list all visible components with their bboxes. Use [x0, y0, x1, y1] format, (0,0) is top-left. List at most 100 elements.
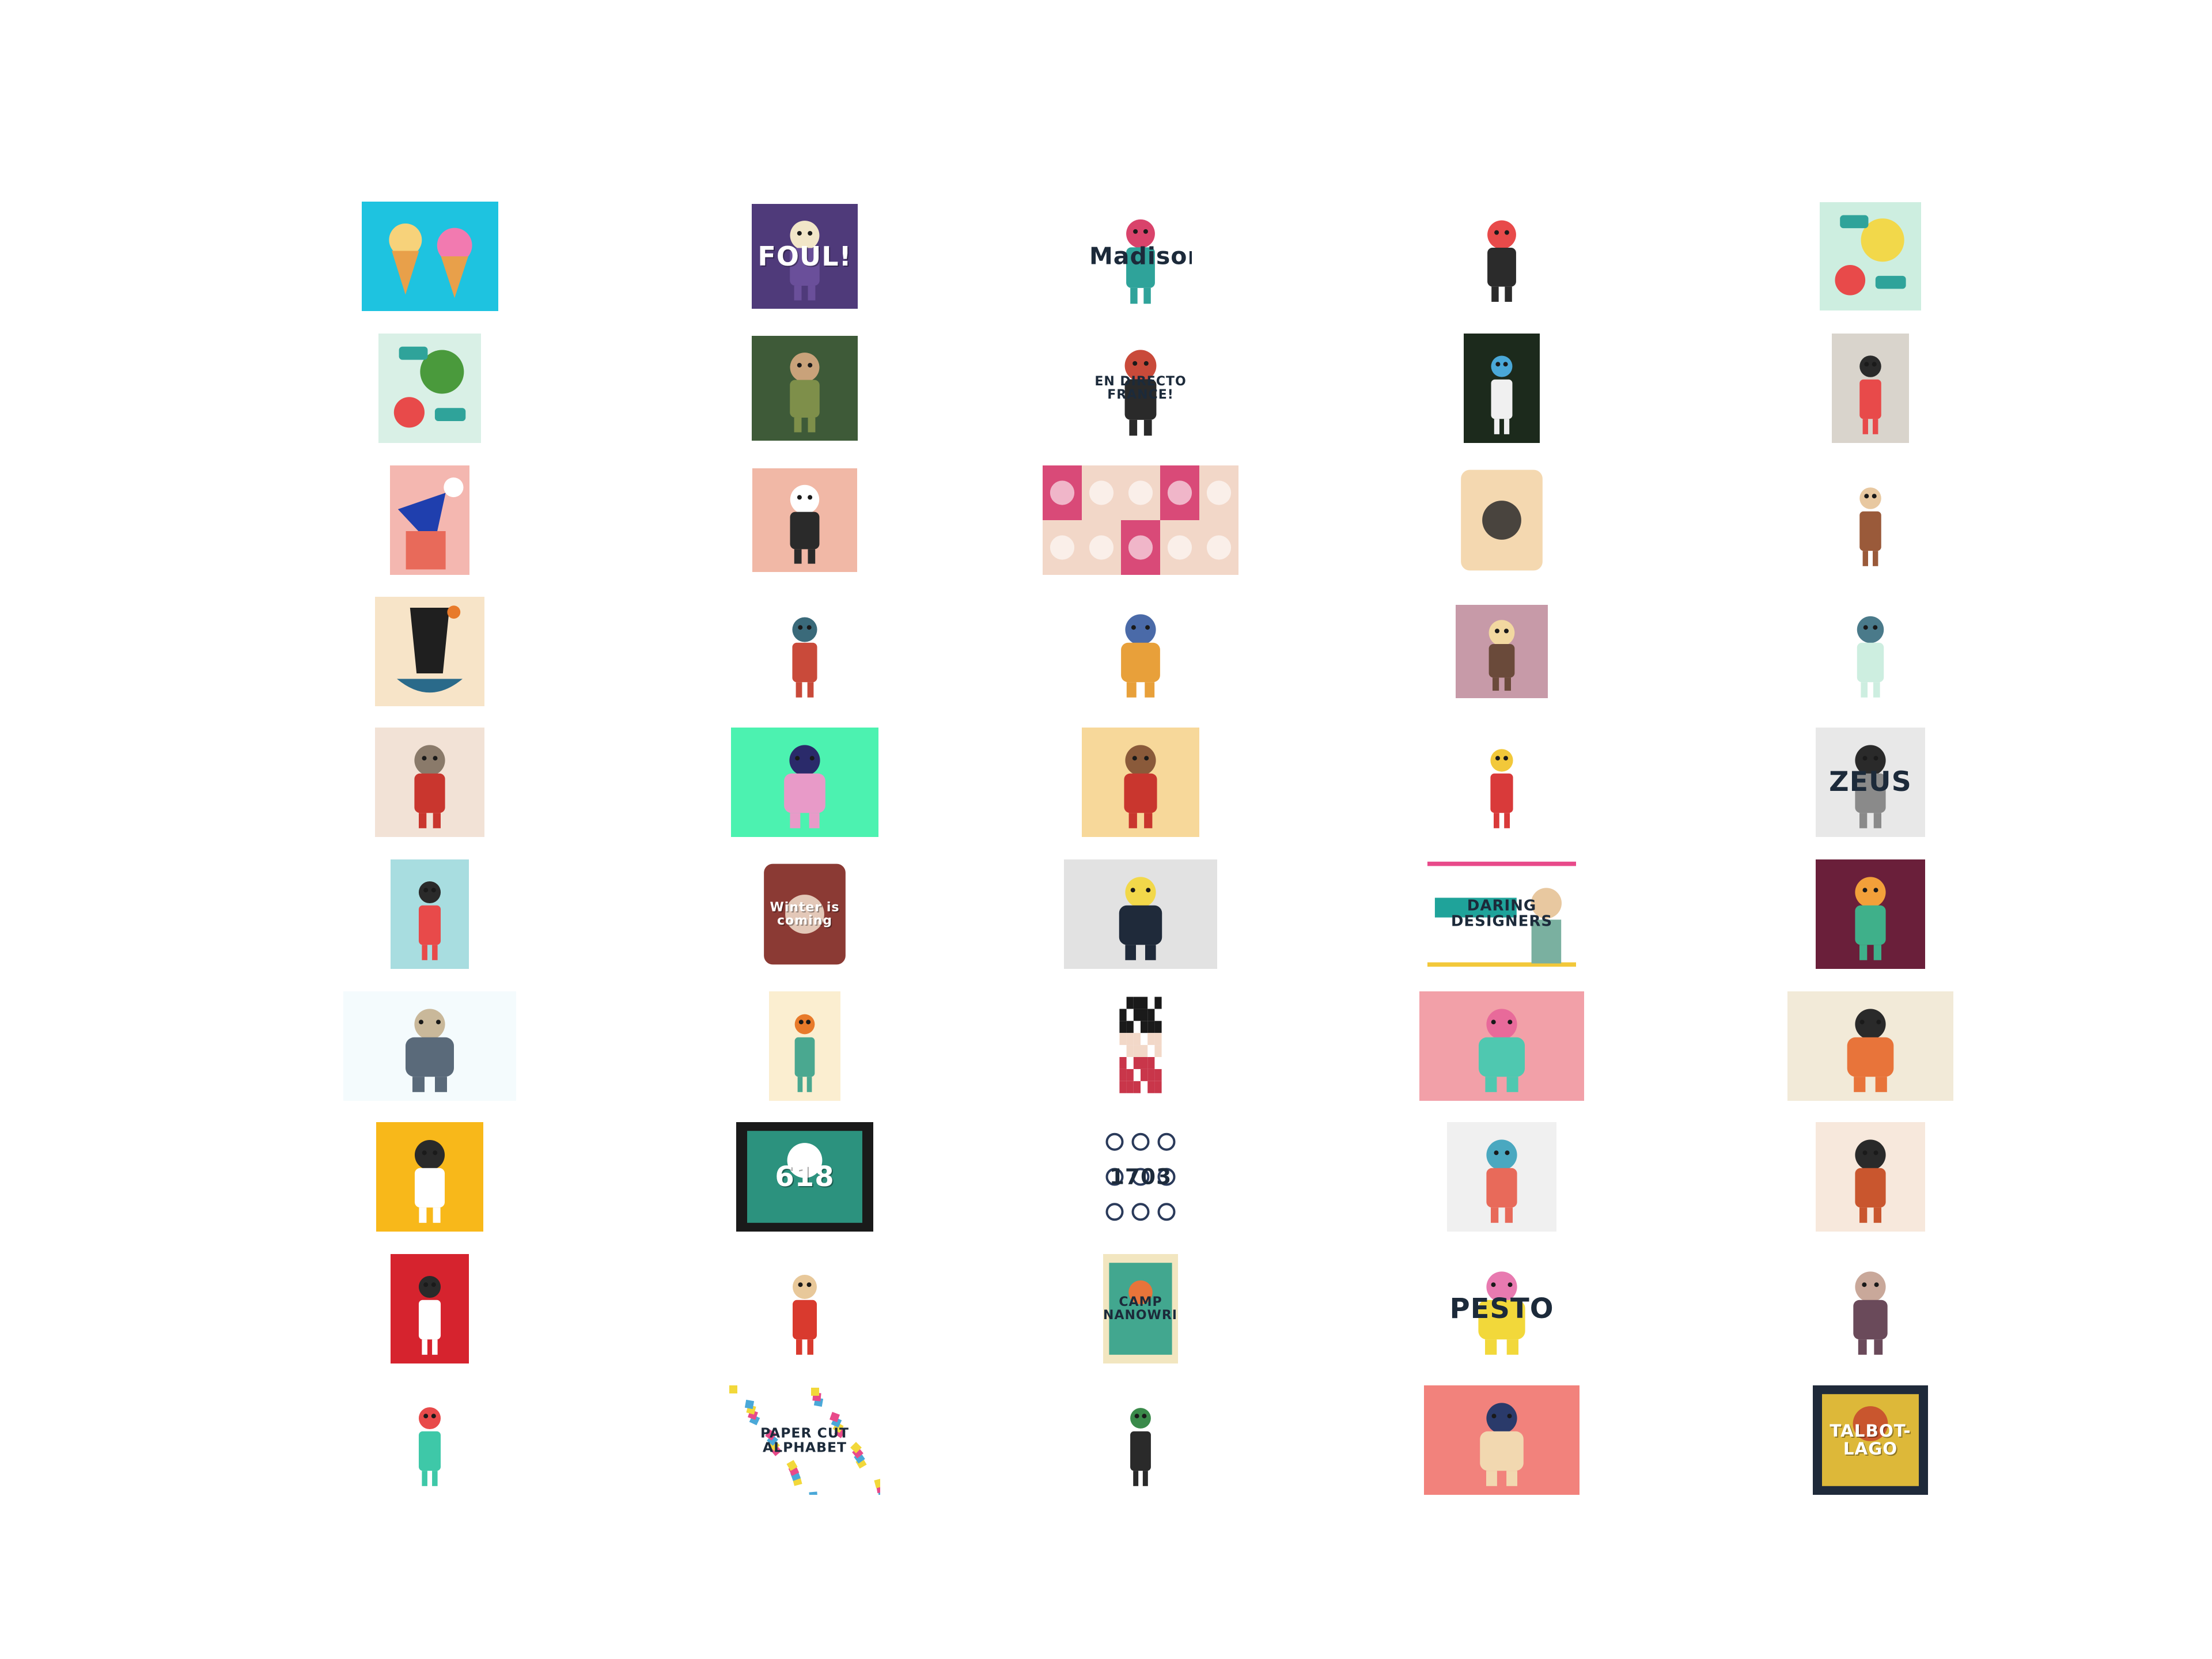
thumbnail-illustration: [1832, 465, 1909, 575]
thumbnail-illustration: [729, 1385, 880, 1495]
thumbnail-illustration: [376, 1122, 483, 1232]
thumbnail-illustration: [1823, 597, 1918, 706]
gallery-thumbnail[interactable]: [1820, 202, 1921, 310]
thumbnail-illustration: [1082, 728, 1199, 837]
thumbnail-illustration: [760, 859, 849, 969]
thumbnail-illustration: [1832, 334, 1909, 443]
thumbnail-illustration: [1816, 1122, 1925, 1232]
thumbnail-illustration: [762, 1254, 848, 1363]
thumbnail-illustration: [1813, 1385, 1928, 1495]
thumbnail-illustration: [391, 1254, 469, 1363]
thumbnail-illustration: [1461, 728, 1542, 837]
thumbnail-illustration: [361, 202, 498, 311]
thumbnail-illustration: [736, 1122, 873, 1232]
thumbnail-illustration: [1097, 1122, 1184, 1232]
gallery-thumbnail[interactable]: [1456, 605, 1548, 698]
gallery-thumbnail[interactable]: PESTO: [1418, 1254, 1585, 1363]
gallery-thumbnail[interactable]: [1424, 1385, 1580, 1495]
gallery-thumbnail[interactable]: [1816, 1122, 1925, 1232]
thumbnail-illustration: [1064, 859, 1217, 969]
thumbnail-illustration: [390, 465, 469, 575]
gallery-thumbnail[interactable]: DARING DESIGNERS: [1427, 859, 1576, 969]
thumbnail-illustration: [375, 728, 484, 837]
thumbnail-illustration: [391, 859, 469, 969]
thumbnail-illustration: [1457, 465, 1546, 575]
thumbnail-illustration: [1043, 465, 1238, 575]
gallery-thumbnail[interactable]: [1823, 597, 1918, 706]
thumbnail-illustration: [1084, 332, 1197, 445]
gallery-thumbnail[interactable]: [1464, 334, 1540, 443]
gallery-thumbnail[interactable]: [1450, 202, 1553, 310]
thumbnail-illustration: [1104, 1385, 1177, 1495]
gallery-thumbnail[interactable]: [1082, 728, 1199, 837]
thumbnail-illustration: [375, 597, 484, 706]
gallery-thumbnail[interactable]: [762, 1254, 848, 1363]
thumbnail-illustration: [1089, 200, 1192, 313]
thumbnail-illustration: [1424, 1385, 1580, 1495]
gallery-thumbnail[interactable]: EN DIRECTO FRANCE!: [1084, 332, 1197, 445]
thumbnail-illustration: [731, 728, 878, 837]
thumbnail-illustration: [760, 597, 849, 706]
gallery-thumbnail[interactable]: [1457, 465, 1546, 575]
thumbnail-illustration: [769, 991, 840, 1101]
thumbnail-illustration: [1456, 605, 1548, 698]
gallery-thumbnail[interactable]: [1787, 991, 1953, 1101]
thumbnail-illustration: [1809, 1254, 1931, 1363]
gallery-thumbnail[interactable]: [1816, 859, 1925, 969]
gallery-thumbnail[interactable]: [1447, 1122, 1556, 1232]
gallery-thumbnail[interactable]: [1832, 465, 1909, 575]
gallery-thumbnail[interactable]: [1071, 597, 1210, 706]
thumbnail-illustration: [1427, 859, 1576, 969]
thumbnail-illustration: [1787, 991, 1953, 1101]
thumbnail-illustration: [1419, 991, 1584, 1101]
thumbnail-illustration: [1105, 991, 1176, 1101]
gallery-thumbnail[interactable]: [1043, 465, 1238, 575]
thumbnail-illustration: [1816, 728, 1925, 837]
gallery-thumbnail[interactable]: [376, 1122, 483, 1232]
thumbnail-illustration: [343, 991, 516, 1101]
gallery-thumbnail[interactable]: CAMP NANOWRIMO: [1103, 1254, 1178, 1363]
gallery-thumbnail[interactable]: [1461, 728, 1542, 837]
gallery-thumbnail[interactable]: [343, 991, 516, 1101]
thumbnail-illustration: [752, 336, 858, 441]
thumbnail-illustration: [752, 468, 857, 572]
gallery-thumbnail[interactable]: [1104, 1385, 1177, 1495]
gallery-thumbnail[interactable]: [375, 597, 484, 706]
thumbnail-illustration: [1071, 597, 1210, 706]
gallery-thumbnail[interactable]: [391, 1254, 469, 1363]
gallery-thumbnail[interactable]: [1419, 991, 1584, 1101]
gallery-thumbnail[interactable]: [391, 1385, 469, 1495]
gallery-thumbnail[interactable]: Winter is coming: [760, 859, 849, 969]
gallery-thumbnail[interactable]: [1809, 1254, 1931, 1363]
gallery-thumbnail[interactable]: [390, 465, 469, 575]
gallery-thumbnail[interactable]: [769, 991, 840, 1101]
thumbnail-illustration: [1464, 334, 1540, 443]
gallery-thumbnail[interactable]: PAPER CUT ALPHABET: [729, 1385, 880, 1495]
gallery-thumbnail[interactable]: TALBOT-LAGO: [1813, 1385, 1928, 1495]
thumbnail-illustration: [1103, 1254, 1178, 1363]
gallery-thumbnail[interactable]: [752, 468, 857, 572]
gallery-thumbnail[interactable]: [361, 202, 498, 311]
gallery-thumbnail[interactable]: [760, 597, 849, 706]
thumbnail-illustration: [1450, 202, 1553, 310]
gallery-thumbnail[interactable]: [731, 728, 878, 837]
gallery-thumbnail[interactable]: [752, 336, 858, 441]
thumbnail-illustration: [378, 334, 481, 443]
thumbnail-illustration: [1447, 1122, 1556, 1232]
thumbnail-illustration: [1816, 859, 1925, 969]
thumbnail-gallery: FOUL! Madison EN DIRECTO FRANCE! ZEUS Winter…: [0, 0, 2212, 1659]
thumbnail-illustration: [752, 204, 858, 309]
gallery-thumbnail[interactable]: [391, 859, 469, 969]
gallery-thumbnail[interactable]: [375, 728, 484, 837]
gallery-thumbnail[interactable]: [1064, 859, 1217, 969]
gallery-thumbnail[interactable]: 618: [736, 1122, 873, 1232]
thumbnail-illustration: [1820, 202, 1921, 310]
gallery-thumbnail[interactable]: ZEUS: [1816, 728, 1925, 837]
gallery-thumbnail[interactable]: [1832, 334, 1909, 443]
gallery-thumbnail[interactable]: [1105, 991, 1176, 1101]
gallery-thumbnail[interactable]: FOUL!: [752, 204, 858, 309]
gallery-thumbnail[interactable]: Madison: [1089, 200, 1192, 313]
gallery-thumbnail[interactable]: [378, 334, 481, 443]
gallery-thumbnail[interactable]: 1703: [1097, 1122, 1184, 1232]
thumbnail-illustration: [391, 1385, 469, 1495]
